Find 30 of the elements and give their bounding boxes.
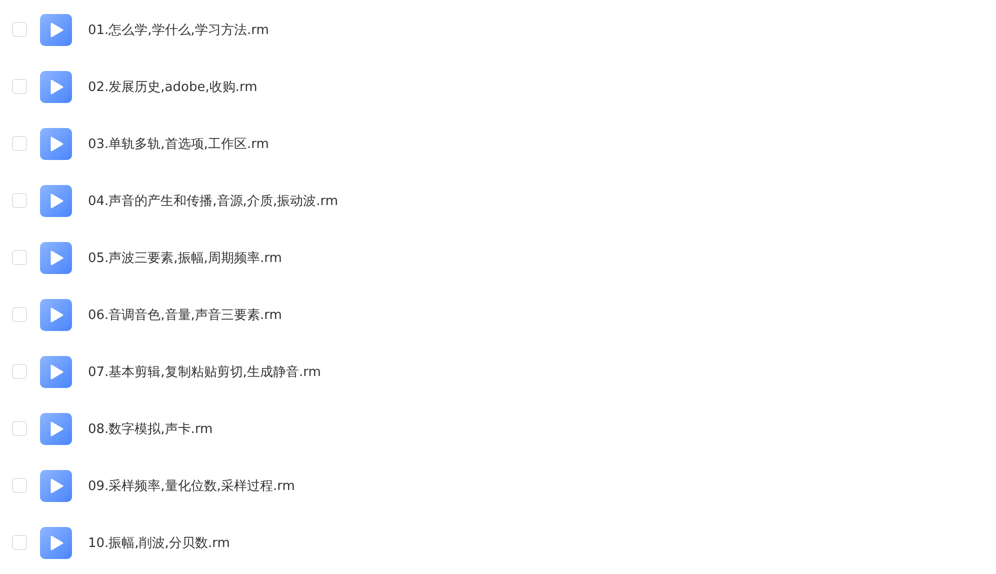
play-icon <box>40 470 72 502</box>
file-name[interactable]: 04.声音的产生和传播,音源,介质,振动波.rm <box>88 192 338 210</box>
file-name[interactable]: 06.音调音色,音量,声音三要素.rm <box>88 306 282 324</box>
file-name[interactable]: 09.采样频率,量化位数,采样过程.rm <box>88 476 295 494</box>
play-icon <box>40 242 72 274</box>
play-icon <box>40 526 72 558</box>
checkbox[interactable] <box>12 535 27 550</box>
checkbox[interactable] <box>12 193 27 208</box>
checkbox[interactable] <box>12 250 27 265</box>
checkbox[interactable] <box>12 364 27 379</box>
play-icon <box>40 14 72 46</box>
file-name[interactable]: 07.基本剪辑,复制粘贴剪切,生成静音.rm <box>88 362 321 380</box>
play-icon <box>40 356 72 388</box>
file-name[interactable]: 10.振幅,削波,分贝数.rm <box>88 534 230 552</box>
checkbox[interactable] <box>12 22 27 37</box>
checkbox[interactable] <box>12 136 27 151</box>
file-name[interactable]: 05.声波三要素,振幅,周期频率.rm <box>88 248 282 266</box>
file-name[interactable]: 01.怎么学,学什么,学习方法.rm <box>88 20 269 38</box>
file-name[interactable]: 03.单轨多轨,首选项,工作区.rm <box>88 134 269 152</box>
checkbox[interactable] <box>12 478 27 493</box>
play-icon <box>40 70 72 102</box>
play-icon <box>40 298 72 330</box>
play-icon <box>40 128 72 160</box>
play-icon <box>40 184 72 216</box>
checkbox[interactable] <box>12 421 27 436</box>
checkbox[interactable] <box>12 307 27 322</box>
checkbox[interactable] <box>12 79 27 94</box>
play-icon <box>40 412 72 444</box>
file-name[interactable]: 02.发展历史,adobe,收购.rm <box>88 78 258 96</box>
file-name[interactable]: 08.数字模拟,声卡.rm <box>88 420 213 438</box>
